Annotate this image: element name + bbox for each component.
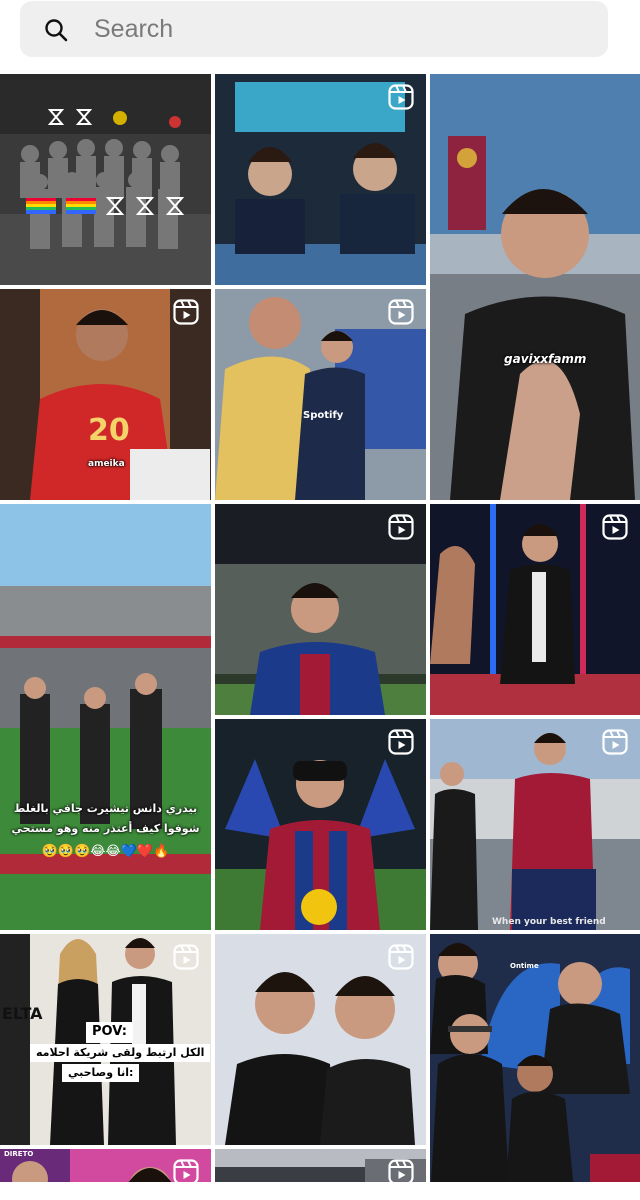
live-corner-text: DIRETO <box>4 1150 34 1158</box>
grid-tile[interactable] <box>215 934 426 1145</box>
reels-icon <box>388 514 414 540</box>
reels-icon <box>602 729 628 755</box>
grid-tile[interactable]: Spotify <box>215 289 426 500</box>
reels-icon <box>388 944 414 970</box>
pov-label: POV: <box>86 1022 133 1043</box>
reels-icon <box>388 84 414 110</box>
jersey-sponsor: Spotify <box>303 410 344 421</box>
search-input[interactable] <box>94 14 574 44</box>
jersey-sponsor: ameika <box>88 459 125 469</box>
grid-tile[interactable]: بيدري دانس تيشيرت جافي بالغلط شوفوا كيف … <box>0 504 211 930</box>
grid-tile[interactable]: Ontime <box>430 934 640 1200</box>
grid-tile[interactable]: ELTA POV: الكل ارتبط ولقى شريكة احلامه ا… <box>0 934 211 1145</box>
video-caption-line2: شوفوا كيف أعتذر منه وهو مستحي <box>11 822 200 835</box>
tile-image <box>430 74 640 500</box>
grid-tile[interactable]: 20 ameika <box>0 289 211 500</box>
background-text: ELTA <box>2 1004 43 1023</box>
search-icon <box>45 19 68 42</box>
seat-text: Ontime <box>510 962 539 970</box>
reels-icon <box>173 299 199 325</box>
reels-icon <box>388 299 414 325</box>
tile-image <box>0 74 211 285</box>
reels-icon <box>388 729 414 755</box>
bottom-nav-bar <box>0 1182 640 1200</box>
video-caption-emojis: 🥹🥹🥹😂😂💙❤️🔥 <box>41 844 170 859</box>
watermark-text: gavixxfamm <box>504 352 587 366</box>
meme-caption-line2: انا وصاحبي: <box>62 1064 140 1083</box>
grid-tile[interactable] <box>215 719 426 930</box>
video-caption: When your best friend <box>492 917 606 927</box>
grid-tile[interactable] <box>0 74 211 285</box>
video-caption-line1: بيدري دانس تيشيرت جافي بالغلط <box>13 802 198 815</box>
grid-tile[interactable] <box>215 74 426 285</box>
grid-tile[interactable] <box>430 504 640 715</box>
reels-icon <box>173 944 199 970</box>
explore-grid: gavixxfamm 20 ameika Spotify بيدري دانس … <box>0 74 640 1200</box>
jersey-number: 20 <box>88 413 130 448</box>
tile-image <box>0 504 211 930</box>
grid-tile[interactable] <box>215 504 426 715</box>
tile-image <box>430 934 640 1200</box>
grid-tile[interactable]: gavixxfamm <box>430 74 640 500</box>
grid-tile[interactable]: When your best friend <box>430 719 640 930</box>
meme-caption-line1: الكل ارتبط ولقى شريكة احلامه <box>30 1044 211 1063</box>
reels-icon <box>602 514 628 540</box>
